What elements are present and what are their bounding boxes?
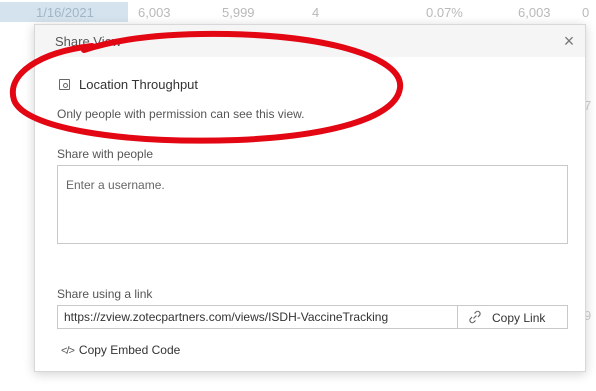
copy-link-label: Copy Link <box>492 311 546 325</box>
code-icon: </> <box>61 345 75 357</box>
background-cell: 6,003 <box>518 5 551 20</box>
dialog-header: Share View × <box>35 25 585 57</box>
background-row: 1/16/2021 6,003 5,999 4 0.07% 6,003 0 <box>0 2 596 24</box>
share-link-label: Share using a link <box>57 287 153 301</box>
link-chain-icon <box>469 310 481 324</box>
copy-link-button[interactable]: Copy Link <box>457 305 568 329</box>
background-cell: 0.07% <box>426 5 463 20</box>
background-cell: 0 <box>582 5 590 20</box>
copy-embed-code-button[interactable]: </> Copy Embed Code <box>61 343 180 359</box>
copy-embed-label: Copy Embed Code <box>78 343 181 357</box>
background-cell: 4 <box>312 5 320 20</box>
share-view-dialog: Share View × Location Throughput Only pe… <box>34 24 586 372</box>
dialog-title: Share View <box>55 34 122 49</box>
view-name: Location Throughput <box>79 77 199 92</box>
username-input[interactable] <box>57 165 568 244</box>
close-icon[interactable]: × <box>559 31 579 51</box>
share-link-field[interactable] <box>57 305 458 329</box>
background-cell: 6,003 <box>138 5 171 20</box>
permission-note: Only people with permission can see this… <box>57 107 305 121</box>
share-with-people-label: Share with people <box>57 147 154 161</box>
background-cell: 5,999 <box>222 5 255 20</box>
view-icon <box>59 79 70 90</box>
background-cell-date: 1/16/2021 <box>0 2 128 22</box>
